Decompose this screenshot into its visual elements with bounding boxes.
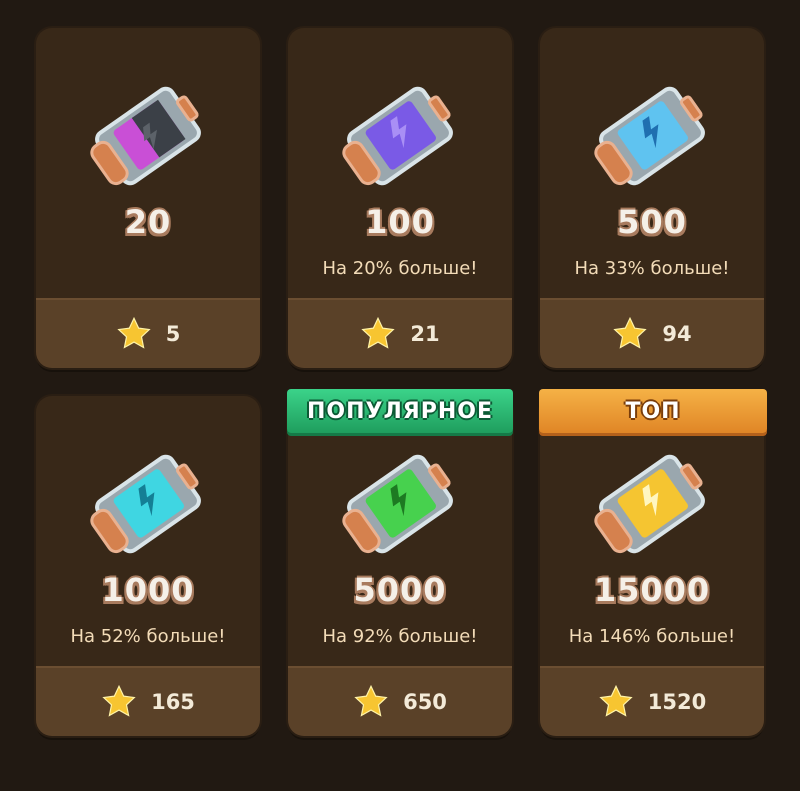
- star-icon: [598, 684, 634, 720]
- amount-label: 20: [124, 203, 172, 241]
- price-button[interactable]: 94: [540, 298, 764, 368]
- bonus-label: На 146% больше!: [568, 626, 736, 647]
- shop-item-card-20[interactable]: 20 5: [36, 28, 260, 368]
- star-icon: [353, 684, 389, 720]
- price-value: 21: [410, 322, 440, 346]
- bonus-label: На 33% больше!: [574, 258, 730, 279]
- bonus-label: На 52% больше!: [70, 626, 226, 647]
- shop-item-card-1000[interactable]: 1000 На 52% больше! 165: [36, 396, 260, 736]
- top-badge: ТОП: [539, 389, 767, 433]
- battery-icon: [288, 444, 512, 564]
- star-icon: [116, 316, 152, 352]
- shop-item-card-5000[interactable]: 5000 На 92% больше! 650: [288, 396, 512, 736]
- price-value: 165: [151, 690, 195, 714]
- battery-icon: [36, 444, 260, 564]
- price-value: 94: [662, 322, 692, 346]
- price-value: 1520: [647, 690, 707, 714]
- price-value: 650: [403, 690, 447, 714]
- star-icon: [360, 316, 396, 352]
- star-icon: [612, 316, 648, 352]
- price-button[interactable]: 5: [36, 298, 260, 368]
- bonus-label: На 20% больше!: [322, 258, 478, 279]
- popular-badge: ПОПУЛЯРНОЕ: [287, 389, 513, 433]
- amount-label: 5000: [353, 571, 447, 609]
- bonus-label: На 92% больше!: [322, 626, 478, 647]
- battery-icon: [540, 444, 764, 564]
- price-button[interactable]: 165: [36, 666, 260, 736]
- shop-item-card-500[interactable]: 500 На 33% больше! 94: [540, 28, 764, 368]
- price-button[interactable]: 1520: [540, 666, 764, 736]
- shop-item-card-15000[interactable]: 15000 На 146% больше! 1520: [540, 396, 764, 736]
- amount-label: 100: [365, 203, 435, 241]
- shop-item-card-100[interactable]: 100 На 20% больше! 21: [288, 28, 512, 368]
- star-icon: [101, 684, 137, 720]
- battery-icon: [36, 76, 260, 196]
- price-button[interactable]: 21: [288, 298, 512, 368]
- price-button[interactable]: 650: [288, 666, 512, 736]
- amount-label: 15000: [593, 571, 711, 609]
- amount-label: 1000: [101, 571, 195, 609]
- price-value: 5: [165, 322, 181, 346]
- battery-icon: [288, 76, 512, 196]
- battery-icon: [540, 76, 764, 196]
- amount-label: 500: [617, 203, 687, 241]
